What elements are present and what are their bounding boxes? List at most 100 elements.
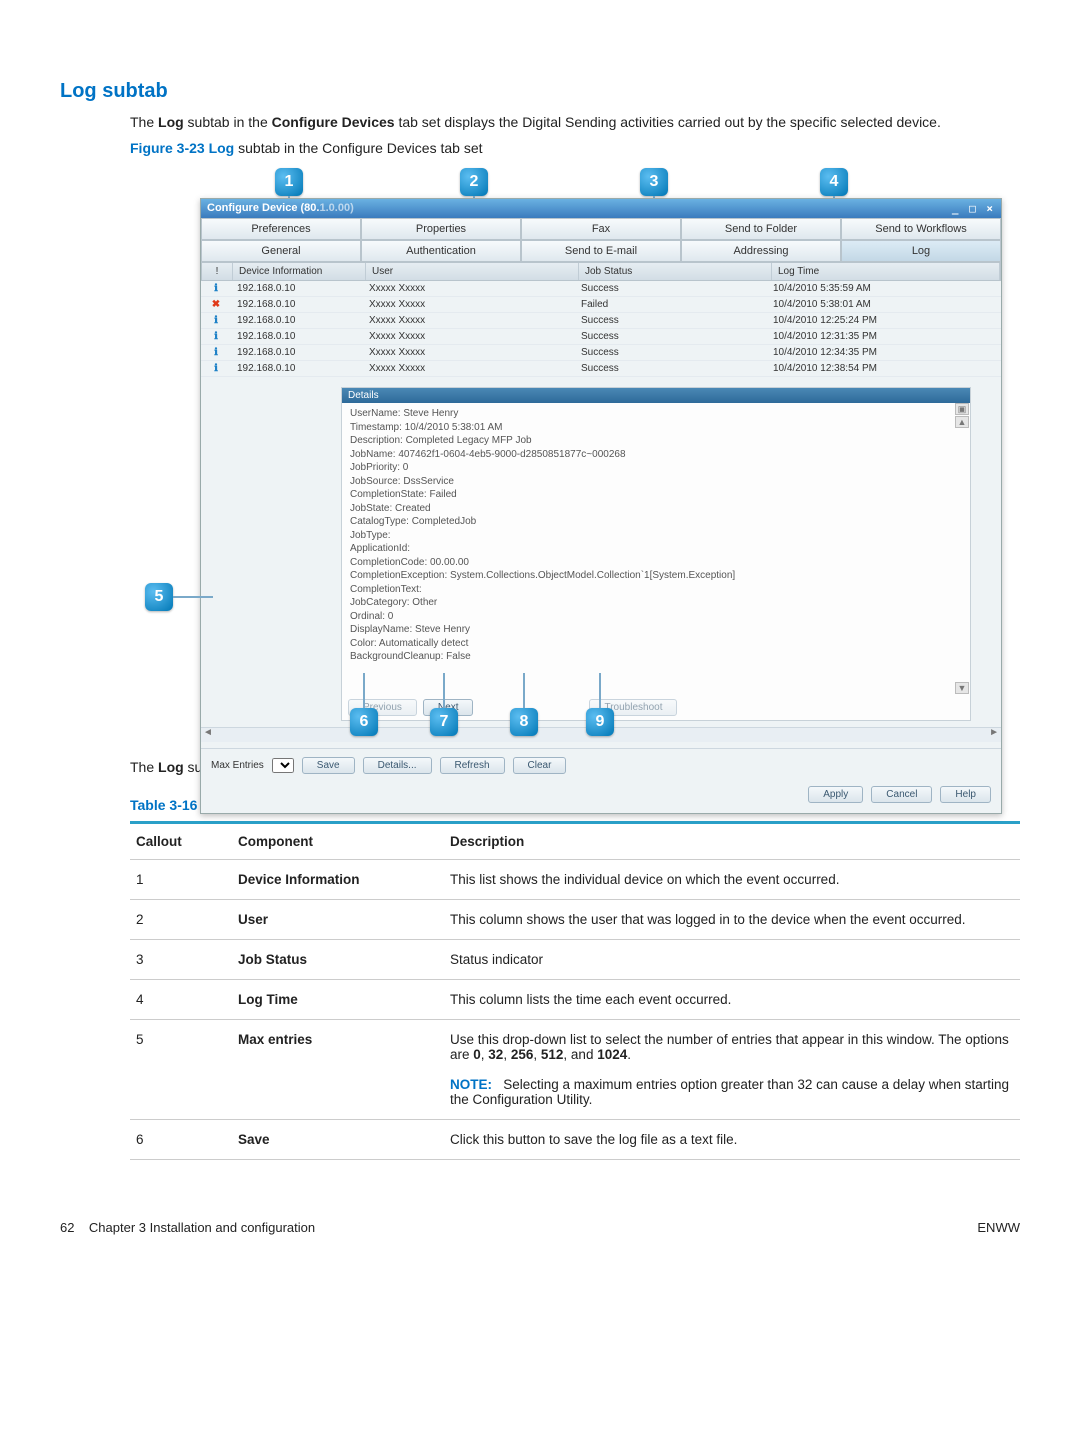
tab-send-to-email[interactable]: Send to E-mail [521,240,681,262]
cell-device: 192.168.0.10 [231,298,363,311]
cell-time: 10/4/2010 12:31:35 PM [767,330,1001,343]
help-button[interactable]: Help [940,786,991,803]
cell-callout: 2 [130,900,232,940]
window-title: Configure Device (80. [207,202,319,214]
table-row[interactable]: ℹ192.168.0.10Xxxxx XxxxxSuccess10/4/2010… [201,281,1001,297]
cell-device: 192.168.0.10 [231,362,363,375]
tab-authentication[interactable]: Authentication [361,240,521,262]
window-controls[interactable]: _ □ × [952,202,995,215]
cell-time: 10/4/2010 5:38:01 AM [767,298,1001,311]
cell-user: Xxxxx Xxxxx [363,346,575,359]
table-row[interactable]: ℹ192.168.0.10Xxxxx XxxxxSuccess10/4/2010… [201,361,1001,377]
cell-time: 10/4/2010 12:34:35 PM [767,346,1001,359]
col-header-logtime[interactable]: Log Time [772,263,1000,280]
cell-status: Failed [575,298,767,311]
cell-callout: 3 [130,940,232,980]
tab-log[interactable]: Log [841,240,1001,262]
callout-line [443,673,445,708]
status-icon: ℹ [201,346,231,359]
table-row: 2UserThis column shows the user that was… [130,900,1020,940]
cell-description: Status indicator [444,940,1020,980]
callout-bubble-5: 5 [145,583,173,611]
tab-addressing[interactable]: Addressing [681,240,841,262]
tab-send-to-workflows[interactable]: Send to Workflows [841,218,1001,240]
col-header-status[interactable]: Job Status [579,263,772,280]
col-header-device[interactable]: Device Information [233,263,366,280]
callout-line [599,673,601,708]
cell-user: Xxxxx Xxxxx [363,362,575,375]
details-panel: Details UserName: Steve Henry Timestamp:… [341,387,971,721]
cell-status: Success [575,362,767,375]
lower-toolbar: Max Entries Save Details... Refresh Clea… [201,748,1001,780]
max-entries-select[interactable] [272,758,294,773]
details-scrollbar-down[interactable]: ▼ [956,682,968,695]
cell-callout: 6 [130,1120,232,1160]
callout-table: Callout Component Description 1Device In… [130,821,1020,1160]
page-number: 62 [60,1220,74,1235]
status-icon: ℹ [201,362,231,375]
callout-line [173,596,213,598]
table-row: 3Job StatusStatus indicator [130,940,1020,980]
log-header-row: ! Device Information User Job Status Log… [201,262,1001,281]
cell-user: Xxxxx Xxxxx [363,298,575,311]
cell-device: 192.168.0.10 [231,282,363,295]
tab-general[interactable]: General [201,240,361,262]
table-row[interactable]: ℹ192.168.0.10Xxxxx XxxxxSuccess10/4/2010… [201,329,1001,345]
callout-bubble-4: 4 [820,168,848,196]
table-row[interactable]: ✖192.168.0.10Xxxxx XxxxxFailed10/4/2010 … [201,297,1001,313]
save-button[interactable]: Save [302,757,355,774]
cell-callout: 5 [130,1020,232,1120]
max-entries-label: Max Entries [211,760,264,771]
table-row: 4Log TimeThis column lists the time each… [130,980,1020,1020]
tab-fax[interactable]: Fax [521,218,681,240]
cell-time: 10/4/2010 5:35:59 AM [767,282,1001,295]
dialog-footer-buttons: Apply Cancel Help [201,780,1001,813]
th-description: Description [444,823,1020,860]
cell-device: 192.168.0.10 [231,330,363,343]
cell-user: Xxxxx Xxxxx [363,282,575,295]
section-heading: Log subtab [60,80,1020,103]
tab-send-to-folder[interactable]: Send to Folder [681,218,841,240]
details-header: Details [342,388,970,403]
callout-bubble-2: 2 [460,168,488,196]
details-scrollbar[interactable]: ▣▲ [956,403,968,429]
cell-component: Max entries [232,1020,444,1120]
details-text: UserName: Steve Henry Timestamp: 10/4/20… [350,408,735,662]
details-body: UserName: Steve Henry Timestamp: 10/4/20… [342,403,970,695]
th-callout: Callout [130,823,232,860]
cell-user: Xxxxx Xxxxx [363,330,575,343]
callout-line [523,673,525,708]
cell-device: 192.168.0.10 [231,314,363,327]
table-row: 1Device InformationThis list shows the i… [130,860,1020,900]
callout-bubble-7: 7 [430,708,458,736]
cell-callout: 1 [130,860,232,900]
sub-tab-row: General Authentication Send to E-mail Ad… [201,240,1001,262]
refresh-button[interactable]: Refresh [440,757,505,774]
cell-component: Device Information [232,860,444,900]
col-header-alert[interactable]: ! [202,263,233,280]
details-button[interactable]: Details... [363,757,432,774]
clear-button[interactable]: Clear [513,757,567,774]
figure-caption: Figure 3-23 Log subtab in the Configure … [130,139,1020,159]
chapter-label: Chapter 3 Installation and configuration [89,1220,315,1235]
log-rows: ℹ192.168.0.10Xxxxx XxxxxSuccess10/4/2010… [201,281,1001,377]
th-component: Component [232,823,444,860]
cell-time: 10/4/2010 12:38:54 PM [767,362,1001,375]
tab-preferences[interactable]: Preferences [201,218,361,240]
callout-bubble-8: 8 [510,708,538,736]
col-header-user[interactable]: User [366,263,579,280]
cell-component: User [232,900,444,940]
apply-button[interactable]: Apply [808,786,863,803]
callout-line [363,673,365,708]
status-icon: ℹ [201,314,231,327]
status-icon: ✖ [201,298,231,311]
cell-user: Xxxxx Xxxxx [363,314,575,327]
table-row[interactable]: ℹ192.168.0.10Xxxxx XxxxxSuccess10/4/2010… [201,345,1001,361]
callout-bubble-6: 6 [350,708,378,736]
table-row[interactable]: ℹ192.168.0.10Xxxxx XxxxxSuccess10/4/2010… [201,313,1001,329]
cell-description: Use this drop-down list to select the nu… [444,1020,1020,1120]
tab-properties[interactable]: Properties [361,218,521,240]
cell-component: Log Time [232,980,444,1020]
cell-description: Click this button to save the log file a… [444,1120,1020,1160]
cancel-button[interactable]: Cancel [871,786,932,803]
